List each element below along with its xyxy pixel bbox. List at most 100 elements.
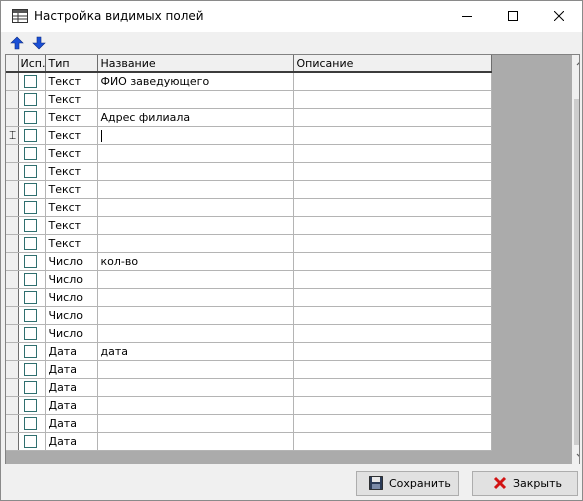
column-header-use[interactable]: Исп. (18, 55, 47, 73)
name-cell[interactable]: кол-во (97, 252, 295, 271)
use-checkbox[interactable] (23, 417, 37, 431)
name-cell[interactable] (97, 288, 295, 307)
table-row[interactable]: Дата (6, 396, 493, 415)
use-checkbox[interactable] (23, 147, 37, 161)
row-indicator[interactable] (6, 378, 19, 397)
use-checkbox[interactable] (23, 309, 37, 323)
description-cell[interactable] (293, 306, 493, 325)
row-indicator[interactable] (6, 252, 19, 271)
description-cell[interactable] (293, 108, 493, 127)
name-cell[interactable] (97, 90, 295, 109)
arrow-down-icon[interactable] (32, 36, 46, 50)
table-row[interactable]: Число (6, 324, 493, 343)
table-row[interactable]: Текст ФИО заведующего (6, 72, 493, 91)
description-cell[interactable] (293, 72, 493, 91)
table-row[interactable]: Дата (6, 360, 493, 379)
row-indicator[interactable] (6, 360, 19, 379)
use-checkbox[interactable] (23, 111, 37, 125)
use-checkbox[interactable] (23, 399, 37, 413)
use-checkbox[interactable] (23, 201, 37, 215)
description-cell[interactable] (293, 432, 493, 451)
description-cell[interactable] (293, 90, 493, 109)
description-cell[interactable] (293, 378, 493, 397)
row-indicator[interactable]: ⌶ (6, 126, 19, 145)
row-indicator[interactable] (6, 432, 19, 451)
use-checkbox[interactable] (23, 93, 37, 107)
use-checkbox[interactable] (23, 255, 37, 269)
row-indicator[interactable] (6, 72, 19, 91)
name-cell[interactable] (97, 198, 295, 217)
scroll-thumb[interactable] (574, 99, 579, 445)
row-indicator[interactable] (6, 90, 19, 109)
scroll-up-icon[interactable] (572, 55, 580, 72)
vertical-scrollbar[interactable] (572, 55, 580, 464)
description-cell[interactable] (293, 216, 493, 235)
use-checkbox[interactable] (23, 129, 37, 143)
row-indicator[interactable] (6, 198, 19, 217)
name-cell[interactable] (97, 414, 295, 433)
arrow-up-icon[interactable] (10, 36, 24, 50)
description-cell[interactable] (293, 324, 493, 343)
name-cell[interactable] (97, 162, 295, 181)
fields-grid[interactable]: Исп. Тип Название Описание Текст ФИО заве… (5, 54, 580, 465)
name-cell[interactable] (97, 126, 295, 145)
column-header-description[interactable]: Описание (293, 55, 493, 73)
name-cell[interactable] (97, 306, 295, 325)
name-cell[interactable] (97, 360, 295, 379)
table-row[interactable]: Число (6, 306, 493, 325)
table-row[interactable]: Текст (6, 198, 493, 217)
row-indicator[interactable] (6, 324, 19, 343)
description-cell[interactable] (293, 180, 493, 199)
name-cell[interactable]: дата (97, 342, 295, 361)
scroll-down-icon[interactable] (572, 447, 580, 464)
name-cell[interactable] (97, 432, 295, 451)
use-checkbox[interactable] (23, 363, 37, 377)
description-cell[interactable] (293, 252, 493, 271)
row-indicator[interactable] (6, 234, 19, 253)
table-row[interactable]: Число (6, 288, 493, 307)
close-window-button[interactable] (536, 1, 582, 32)
column-header-type[interactable]: Тип (45, 55, 99, 73)
use-checkbox[interactable] (23, 381, 37, 395)
table-row[interactable]: Текст (6, 162, 493, 181)
description-cell[interactable] (293, 342, 493, 361)
maximize-button[interactable] (490, 1, 536, 32)
description-cell[interactable] (293, 270, 493, 289)
use-checkbox[interactable] (23, 183, 37, 197)
description-cell[interactable] (293, 288, 493, 307)
name-cell[interactable] (97, 396, 295, 415)
table-row[interactable]: Текст (6, 90, 493, 109)
row-indicator[interactable] (6, 108, 19, 127)
row-indicator[interactable] (6, 180, 19, 199)
description-cell[interactable] (293, 234, 493, 253)
name-cell[interactable]: ФИО заведующего (97, 72, 295, 91)
table-row[interactable]: Текст Адрес филиала (6, 108, 493, 127)
name-cell[interactable] (97, 234, 295, 253)
row-indicator[interactable] (6, 414, 19, 433)
description-cell[interactable] (293, 360, 493, 379)
column-header-name[interactable]: Название (97, 55, 295, 73)
name-cell[interactable] (97, 144, 295, 163)
minimize-button[interactable] (444, 1, 490, 32)
row-indicator[interactable] (6, 396, 19, 415)
use-checkbox[interactable] (23, 435, 37, 449)
row-indicator[interactable] (6, 270, 19, 289)
table-row[interactable]: Текст (6, 144, 493, 163)
description-cell[interactable] (293, 414, 493, 433)
use-checkbox[interactable] (23, 327, 37, 341)
row-indicator[interactable] (6, 306, 19, 325)
use-checkbox[interactable] (23, 219, 37, 233)
table-row[interactable]: Дата (6, 378, 493, 397)
description-cell[interactable] (293, 162, 493, 181)
name-cell[interactable] (97, 270, 295, 289)
name-cell[interactable] (97, 324, 295, 343)
name-cell[interactable] (97, 378, 295, 397)
description-cell[interactable] (293, 126, 493, 145)
use-checkbox[interactable] (23, 75, 37, 89)
name-cell[interactable] (97, 180, 295, 199)
table-row[interactable]: Дата дата (6, 342, 493, 361)
table-row[interactable]: Текст (6, 216, 493, 235)
table-row[interactable]: Текст (6, 234, 493, 253)
use-checkbox[interactable] (23, 291, 37, 305)
row-indicator[interactable] (6, 342, 19, 361)
